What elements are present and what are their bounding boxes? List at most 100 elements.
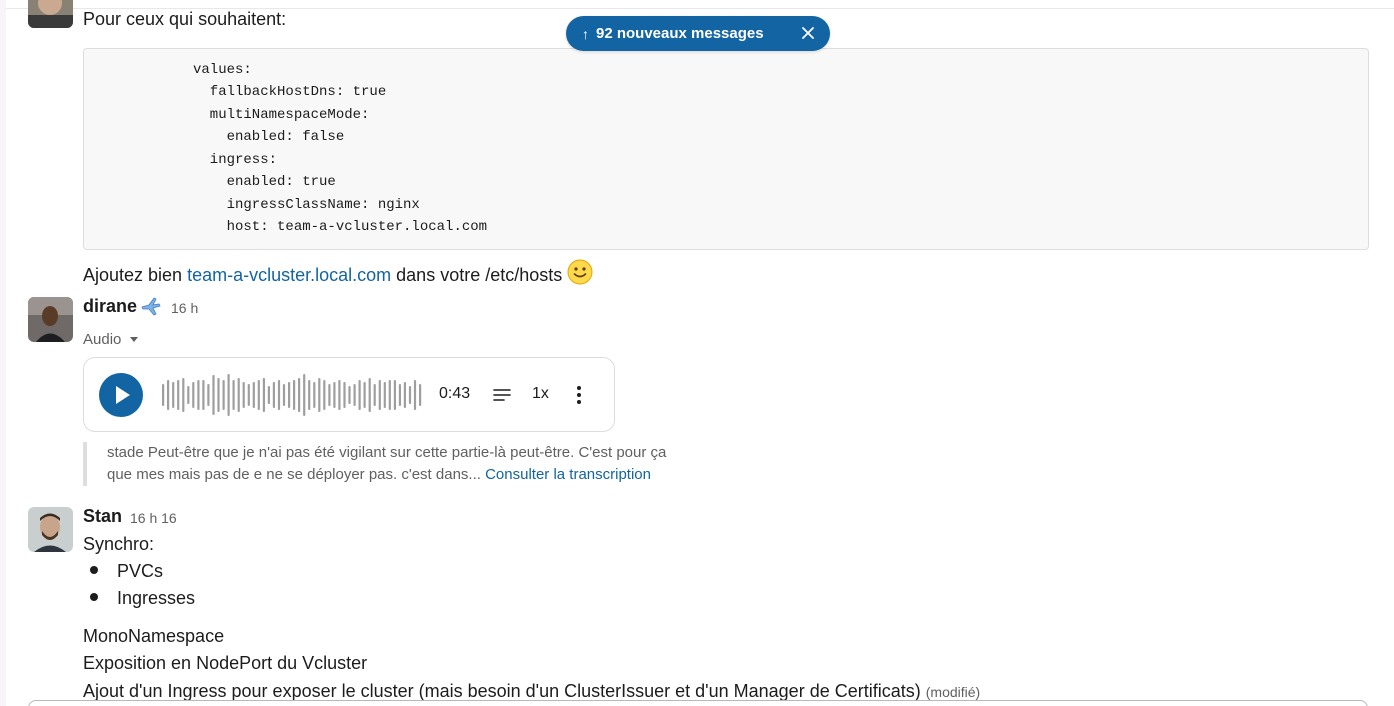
waveform-bar (172, 382, 175, 408)
message-line-text: Ajout d'un Ingress pour exposer le clust… (83, 681, 921, 701)
waveform-bar (343, 382, 346, 408)
waveform-bar (227, 374, 230, 416)
waveform-bar (403, 382, 406, 408)
edited-marker: (modifié) (925, 684, 981, 700)
new-messages-text: 92 nouveaux messages (596, 25, 764, 42)
waveform-bar (388, 380, 391, 410)
waveform-bar (353, 384, 356, 406)
code-line: fallbackHostDns: true (193, 84, 387, 100)
waveform-bar (293, 380, 296, 410)
arrow-up-icon: ↑ (582, 25, 589, 42)
avatar[interactable] (28, 507, 73, 552)
waveform-bar (393, 380, 396, 410)
message-timestamp[interactable]: 16 h 16 (130, 510, 177, 526)
waveform-bar (303, 374, 306, 416)
waveform-bar (333, 382, 336, 408)
waveform-bar (363, 382, 366, 408)
audio-player: 0:43 1x (83, 357, 615, 432)
waveform-bar (252, 382, 255, 408)
message-composer[interactable] (28, 700, 1368, 706)
list-item: PVCs (90, 561, 163, 582)
waveform-bar (207, 384, 210, 406)
hosts-suffix: dans votre /etc/hosts (391, 265, 568, 285)
waveform-bar (257, 380, 260, 410)
audio-duration: 0:43 (439, 385, 471, 402)
waveform-bar (202, 380, 205, 410)
waveform-bar (277, 380, 281, 410)
waveform-bar (383, 382, 386, 408)
waveform-bar (192, 382, 195, 408)
waveform-bar (162, 384, 165, 406)
caret-down-icon (129, 331, 139, 348)
transcript-icon[interactable] (492, 386, 512, 404)
audio-waveform[interactable] (161, 372, 423, 418)
list-item-text: PVCs (117, 561, 164, 581)
waveform-bar (413, 380, 417, 410)
waveform-bar (358, 380, 361, 410)
waveform-bar (272, 382, 275, 408)
waveform-bar (313, 382, 316, 408)
list-item: Ingresses (90, 588, 195, 609)
bullet-dot (90, 593, 98, 601)
code-line: enabled: true (193, 174, 336, 190)
message-line: Ajout d'un Ingress pour exposer le clust… (83, 681, 980, 702)
left-gutter (0, 0, 6, 706)
message-heading: Synchro: (83, 534, 155, 554)
waveform-bar (323, 380, 326, 410)
waveform-bar (282, 384, 286, 406)
message-line: Exposition en NodePort du Vcluster (83, 653, 368, 673)
waveform-bar (182, 378, 185, 412)
smile-emoji-icon (567, 259, 593, 290)
waveform-bar (267, 386, 270, 404)
audio-label-text: Audio (83, 331, 122, 348)
audio-label[interactable]: Audio (83, 331, 139, 348)
author-name[interactable]: dirane (83, 296, 137, 317)
waveform-bar (338, 380, 341, 410)
message-intro-text: Pour ceux qui souhaitent: (83, 9, 287, 29)
playback-speed-button[interactable]: 1x (532, 385, 549, 403)
close-icon[interactable] (800, 25, 816, 41)
code-line: ingress: (193, 152, 278, 168)
bullet-dot (90, 566, 98, 574)
waveform-bar (187, 386, 190, 404)
transcript-preview: stade Peut-être que je n'ai pas été vigi… (83, 442, 723, 486)
waveform-bar (298, 378, 301, 412)
author-name[interactable]: Stan (83, 506, 122, 527)
waveform-bar (217, 378, 220, 412)
waveform-bar (408, 386, 412, 404)
avatar[interactable] (28, 0, 73, 28)
waveform-bar (378, 380, 381, 410)
more-options-icon[interactable] (572, 383, 586, 407)
transcript-line: stade Peut-être que je n'ai pas été vigi… (107, 444, 667, 461)
waveform-bar (212, 375, 215, 415)
waveform-bar (222, 380, 225, 410)
waveform-bar (328, 384, 331, 406)
list-item-text: Ingresses (117, 588, 196, 608)
waveform-bar (167, 380, 170, 410)
hostname-link[interactable]: team-a-vcluster.local.com (187, 265, 391, 285)
waveform-bar (288, 382, 291, 408)
code-line: ingressClassName: nginx (193, 197, 420, 213)
waveform-bar (318, 378, 321, 412)
code-block: values: fallbackHostDns: true multiNames… (83, 48, 1369, 250)
code-line: multiNamespaceMode: (193, 107, 370, 123)
airplane-icon (140, 295, 162, 322)
top-divider (6, 0, 1394, 9)
waveform-bar (373, 384, 376, 406)
waveform-bar (308, 380, 311, 410)
new-messages-banner[interactable]: ↑ 92 nouveaux messages (566, 16, 830, 51)
waveform-bar (368, 378, 371, 412)
waveform-bar (247, 384, 250, 406)
play-icon (116, 386, 130, 404)
code-line: values: (193, 62, 252, 78)
code-line: enabled: false (193, 129, 345, 145)
avatar[interactable] (28, 297, 73, 342)
waveform-bar (262, 378, 265, 412)
view-transcript-link[interactable]: Consulter la transcription (485, 466, 651, 483)
waveform-bar (242, 382, 245, 408)
waveform-bar (398, 384, 401, 406)
code-line: host: team-a-vcluster.local.com (193, 219, 488, 235)
play-button[interactable] (99, 373, 143, 417)
message-line: MonoNamespace (83, 626, 225, 646)
message-timestamp[interactable]: 16 h (171, 300, 198, 316)
